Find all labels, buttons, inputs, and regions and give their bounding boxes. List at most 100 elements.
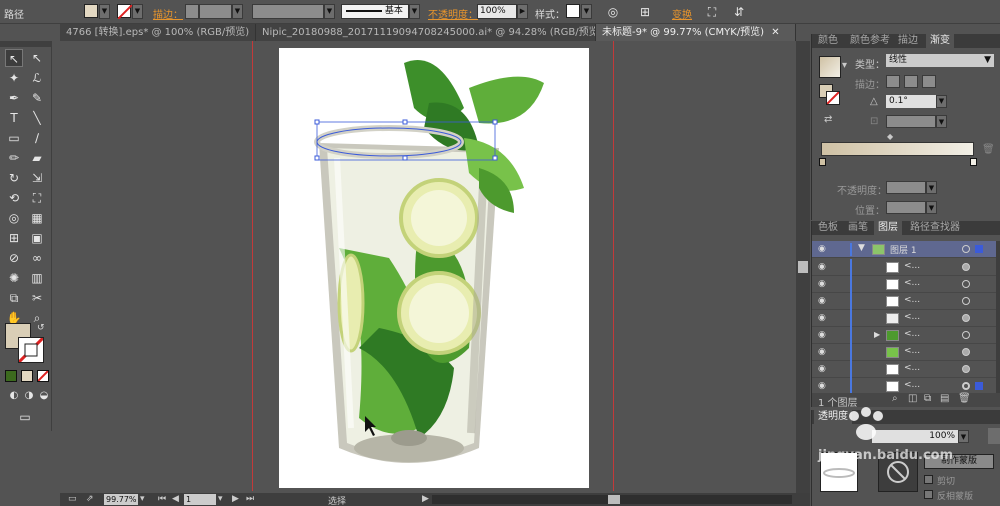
sublayer-name[interactable]: <...: [904, 346, 920, 356]
transform-label[interactable]: 变换: [672, 6, 692, 21]
selection-handle[interactable]: [402, 119, 408, 125]
doc-tab-3[interactable]: 未标题-9* @ 99.77% (CMYK/预览) ✕: [596, 24, 796, 41]
visibility-eye-icon[interactable]: ◉: [818, 313, 828, 323]
symbol-sprayer-tool-icon[interactable]: ✺: [5, 269, 23, 287]
next-artboard-icon[interactable]: ▶: [232, 494, 239, 504]
sublayer-row[interactable]: ◉ <...: [812, 259, 996, 276]
color-mode-icon[interactable]: [5, 370, 17, 382]
reverse-gradient-icon[interactable]: ⇄: [824, 114, 832, 125]
stroke-weight-stepper[interactable]: [185, 4, 199, 19]
sublayer-name[interactable]: <...: [904, 380, 920, 390]
previous-artboard-icon[interactable]: ◀: [172, 494, 179, 504]
free-transform-tool-icon[interactable]: ⛶: [28, 189, 46, 207]
sublayer-target-icon[interactable]: [962, 280, 970, 288]
sublayer-target-icon[interactable]: [962, 382, 970, 390]
aspect-ratio-field[interactable]: [886, 115, 936, 128]
gradient-stop-right[interactable]: [970, 158, 977, 166]
arrange-icon[interactable]: ⇵: [730, 3, 748, 21]
sublayer-target-icon[interactable]: [962, 297, 970, 305]
first-artboard-icon[interactable]: ⏮: [158, 494, 166, 504]
stroke-weight-field[interactable]: [199, 4, 232, 19]
gradient-stop-left[interactable]: [819, 158, 826, 166]
gradient-opacity-dropdown-icon[interactable]: ▼: [926, 181, 937, 194]
vertical-scroll-thumb[interactable]: [798, 261, 808, 273]
location-dropdown-icon[interactable]: ▼: [926, 201, 937, 214]
doc-tab-1[interactable]: 4766 [转换].eps* @ 100% (RGB/预览): [60, 24, 256, 41]
direct-selection-tool-icon[interactable]: ↖: [28, 49, 46, 67]
sublayer-target-icon[interactable]: [962, 331, 970, 339]
recolor-artwork-icon[interactable]: ◎: [604, 3, 622, 21]
opacity-arrow-icon[interactable]: ▶: [517, 4, 528, 19]
visibility-eye-icon[interactable]: ◉: [818, 296, 828, 306]
sublayer-target-icon[interactable]: [962, 365, 970, 373]
selection-handle[interactable]: [314, 155, 320, 161]
fill-dropdown-icon[interactable]: ▼: [99, 4, 110, 19]
tab-gradient[interactable]: 渐变: [926, 34, 954, 48]
angle-field[interactable]: 0.1°: [886, 95, 936, 108]
clip-checkbox[interactable]: [924, 475, 933, 484]
selection-handle[interactable]: [492, 119, 498, 125]
gradient-opacity-field[interactable]: [886, 181, 926, 194]
line-tool-icon[interactable]: ╲: [28, 109, 46, 127]
perspective-grid-tool-icon[interactable]: ▦: [28, 209, 46, 227]
opacity-field[interactable]: 100%: [477, 4, 517, 19]
lasso-tool-icon[interactable]: ℒ: [28, 69, 46, 87]
sublayer-target-icon[interactable]: [962, 348, 970, 356]
status-menu-icon[interactable]: ▶: [422, 494, 429, 504]
eraser-tool-icon[interactable]: ▰: [28, 149, 46, 167]
stroke-weight-dropdown-icon[interactable]: ▼: [232, 4, 243, 19]
none-mode-icon[interactable]: [37, 370, 49, 382]
selection-handle[interactable]: [314, 119, 320, 125]
last-artboard-icon[interactable]: ⏭: [246, 494, 254, 504]
fill-swatch[interactable]: [84, 4, 98, 18]
sublayer-name[interactable]: <...: [904, 278, 920, 288]
selection-indicator[interactable]: [975, 382, 983, 390]
stroke-label[interactable]: 描边：: [153, 6, 183, 21]
gradient-type-select[interactable]: 线性 ▼: [886, 54, 994, 67]
new-layer-icon[interactable]: ▤: [940, 393, 949, 404]
draw-inside-icon[interactable]: ◒: [35, 387, 53, 405]
selection-indicator[interactable]: [975, 245, 983, 253]
sublayer-target-icon[interactable]: [962, 314, 970, 322]
sublayer-name[interactable]: <...: [904, 312, 920, 322]
shape-builder-tool-icon[interactable]: ◎: [5, 209, 23, 227]
tab-swatches[interactable]: 色板: [814, 221, 842, 235]
expand-group-icon[interactable]: ▶: [874, 330, 880, 339]
artboard-tool-icon[interactable]: ⧉: [5, 289, 23, 307]
stroke-swatch[interactable]: [117, 4, 133, 20]
visibility-eye-icon[interactable]: ◉: [818, 330, 828, 340]
artboard[interactable]: [279, 48, 589, 488]
close-tab-icon[interactable]: ✕: [771, 27, 779, 38]
mesh-tool-icon[interactable]: ⊞: [5, 229, 23, 247]
gradient-mode-icon[interactable]: [21, 370, 33, 382]
slice-tool-icon[interactable]: ✂: [28, 289, 46, 307]
horizontal-scrollbar[interactable]: [432, 495, 792, 504]
visibility-eye-icon[interactable]: ◉: [818, 347, 828, 357]
sublayer-row[interactable]: ◉ <...: [812, 344, 996, 361]
sublayer-row[interactable]: ◉ <...: [812, 361, 996, 378]
aspect-dropdown-icon[interactable]: ▼: [936, 115, 947, 128]
fill-stroke-mini-stroke[interactable]: [826, 91, 840, 105]
warp-tool-icon[interactable]: ⟲: [5, 189, 23, 207]
horizontal-scroll-thumb[interactable]: [608, 495, 620, 504]
stroke-dropdown-icon[interactable]: ▼: [132, 4, 143, 19]
new-sublayer-icon[interactable]: ⧉: [924, 393, 931, 404]
eyedropper-tool-icon[interactable]: ⊘: [5, 249, 23, 267]
layer-name[interactable]: 图层 1: [890, 243, 917, 256]
selection-handle[interactable]: [402, 155, 408, 161]
invert-mask-checkbox[interactable]: [924, 490, 933, 499]
brush-definition-field[interactable]: 基本: [341, 4, 409, 19]
sublayer-row[interactable]: ◉ <...: [812, 276, 996, 293]
artboard-dropdown-icon[interactable]: ▾: [218, 494, 223, 504]
stroke-across-icon[interactable]: [922, 75, 936, 88]
midpoint-diamond-icon[interactable]: ◆: [887, 132, 893, 141]
variable-width-profile[interactable]: [252, 4, 324, 19]
sublayer-name[interactable]: <...: [904, 363, 920, 373]
collapse-layer-icon[interactable]: ▼: [858, 243, 865, 253]
opacity-label[interactable]: 不透明度：: [428, 6, 478, 21]
visibility-eye-icon[interactable]: ◉: [818, 279, 828, 289]
tab-layers[interactable]: 图层: [874, 221, 902, 235]
zoom-dropdown-icon[interactable]: ▾: [140, 494, 145, 504]
delete-stop-icon[interactable]: 🗑: [982, 144, 995, 155]
sublayer-name[interactable]: <...: [904, 261, 920, 271]
